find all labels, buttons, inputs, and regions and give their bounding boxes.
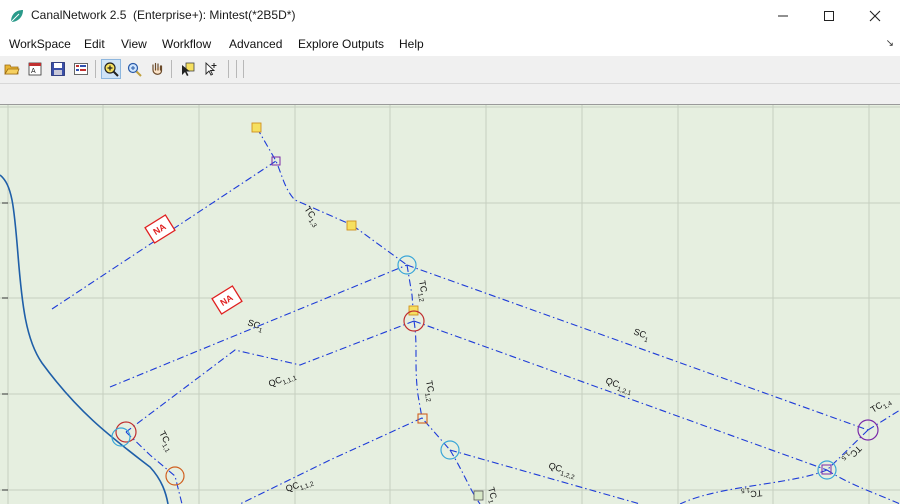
node-square[interactable] bbox=[473, 490, 484, 501]
menu-bar: WorkSpace Edit View Workflow Advanced Ex… bbox=[0, 32, 900, 56]
label-qc-1-1-2: QC1,1,2 bbox=[284, 475, 315, 497]
map-grid bbox=[0, 105, 900, 504]
node-square[interactable] bbox=[251, 122, 262, 133]
label-tc-1-3: TC1,3 bbox=[300, 204, 323, 229]
select-node-icon bbox=[182, 62, 195, 76]
channel-qc-1-2-1[interactable] bbox=[413, 320, 828, 471]
select-node-button[interactable] bbox=[178, 59, 198, 79]
channel-qc-1-1-2[interactable] bbox=[239, 417, 423, 504]
menu-overflow-icon[interactable]: ↘ bbox=[886, 38, 894, 49]
menu-workflow[interactable]: Workflow bbox=[162, 37, 211, 51]
network-map: NA NA TC1,3 TC1,2 SC1 SC1 QC1,1,1 QC1,2,… bbox=[0, 105, 900, 504]
close-icon bbox=[869, 10, 881, 22]
menu-advanced[interactable]: Advanced bbox=[229, 37, 282, 51]
label-tc-1-1: TC1,1 bbox=[155, 429, 177, 454]
toolbar-separator bbox=[95, 60, 96, 78]
minimize-button[interactable] bbox=[760, 0, 806, 32]
zoom-in-button[interactable] bbox=[124, 59, 144, 79]
properties-button[interactable]: A bbox=[25, 59, 45, 79]
toolbar-separator bbox=[171, 60, 172, 78]
na-marker[interactable]: NA bbox=[211, 285, 243, 315]
label-tc-1-5-lower: TC1,5 bbox=[740, 485, 762, 500]
toolbar-separator bbox=[228, 60, 229, 78]
maximize-icon bbox=[824, 11, 834, 21]
window-title: CanalNetwork 2.5 (Enterprise+): Mintest(… bbox=[31, 8, 296, 22]
secondary-toolbar-strip bbox=[0, 84, 900, 105]
pan-button[interactable] bbox=[147, 59, 167, 79]
label-sc-1: SC1 bbox=[245, 317, 265, 334]
menu-explore-outputs[interactable]: Explore Outputs bbox=[298, 37, 384, 51]
label-tc-1-4: TC1,4 bbox=[869, 395, 894, 417]
channel-qc-1-1-1[interactable] bbox=[125, 320, 415, 433]
toolbar-separator bbox=[236, 60, 237, 78]
pointer-add-icon bbox=[205, 61, 217, 76]
toolbar: A bbox=[0, 56, 900, 84]
menu-edit[interactable]: Edit bbox=[84, 37, 105, 51]
zoom-in-icon bbox=[127, 62, 142, 77]
close-button[interactable] bbox=[852, 0, 898, 32]
toolbar-separator bbox=[243, 60, 244, 78]
open-folder-icon bbox=[4, 64, 20, 75]
label-tc-1-2-lower: TC1,2 bbox=[421, 380, 438, 403]
menu-workspace[interactable]: WorkSpace bbox=[9, 37, 71, 51]
menu-view[interactable]: View bbox=[121, 37, 147, 51]
node-square[interactable] bbox=[346, 220, 357, 231]
label-sc-1: SC1 bbox=[631, 326, 651, 344]
maximize-button[interactable] bbox=[806, 0, 852, 32]
save-button[interactable] bbox=[48, 59, 68, 79]
svg-text:A: A bbox=[31, 68, 36, 75]
zoom-window-icon bbox=[104, 62, 119, 77]
channel-tc-1-3[interactable] bbox=[256, 127, 408, 266]
channel-sc-1[interactable] bbox=[406, 264, 869, 431]
save-icon bbox=[51, 62, 65, 76]
menu-help[interactable]: Help bbox=[399, 37, 424, 51]
open-folder-button[interactable] bbox=[2, 59, 22, 79]
na-marker[interactable]: NA bbox=[144, 214, 176, 244]
title-bar: CanalNetwork 2.5 (Enterprise+): Mintest(… bbox=[0, 0, 900, 32]
label-tc-1-2: TC1,2 bbox=[414, 280, 431, 303]
node-square[interactable] bbox=[271, 156, 281, 166]
main-canal[interactable] bbox=[0, 174, 169, 504]
network-map-canvas[interactable]: NA NA TC1,3 TC1,2 SC1 SC1 QC1,1,1 QC1,2,… bbox=[0, 105, 900, 504]
settings-list-icon bbox=[74, 63, 88, 75]
node-circle[interactable] bbox=[165, 466, 185, 486]
channel-tc-1-5-lower[interactable] bbox=[679, 469, 900, 504]
label-qc-1-1-1: QC1,1,1 bbox=[267, 369, 298, 392]
label-tc-1-5: TC1,5 bbox=[839, 441, 863, 465]
channel-tc-1-1[interactable] bbox=[125, 431, 183, 504]
app-leaf-icon bbox=[9, 8, 25, 24]
minimize-icon bbox=[778, 15, 788, 17]
pointer-add-button[interactable] bbox=[201, 59, 221, 79]
pan-hand-icon bbox=[152, 62, 163, 75]
node-circle[interactable] bbox=[111, 427, 131, 447]
properties-icon: A bbox=[28, 62, 42, 76]
settings-list-button[interactable] bbox=[71, 59, 91, 79]
zoom-window-button[interactable] bbox=[101, 59, 121, 79]
